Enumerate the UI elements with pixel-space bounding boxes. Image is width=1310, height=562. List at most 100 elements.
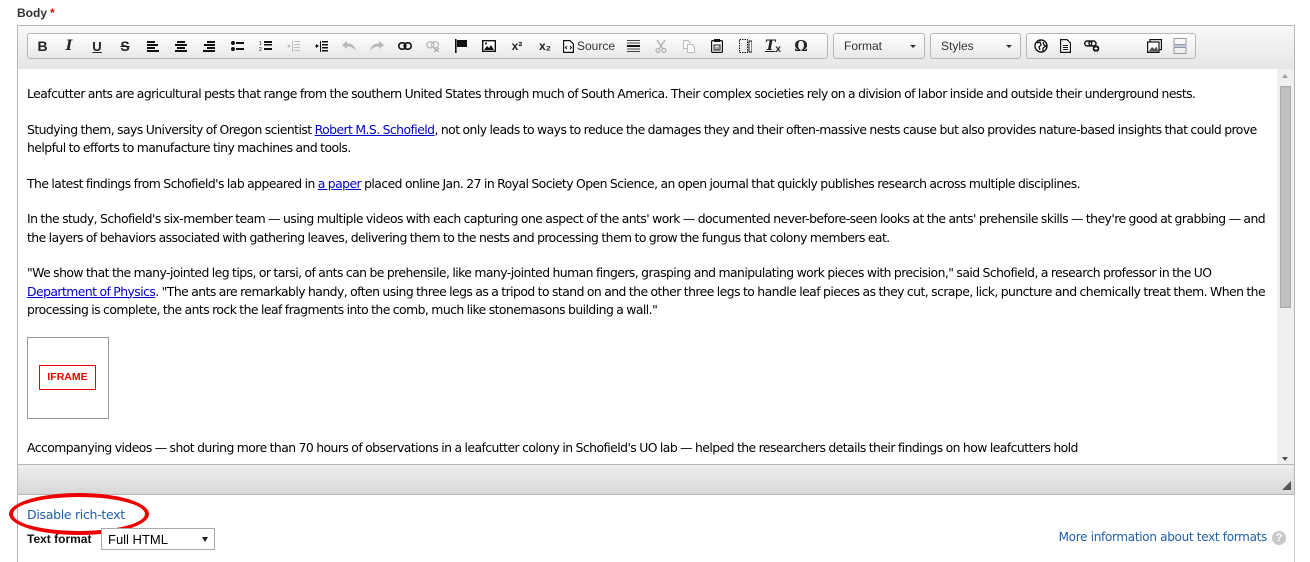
numbered-list-button[interactable]: 12 — [251, 34, 279, 58]
subscript-icon: x₂ — [538, 39, 551, 53]
superscript-icon: x² — [511, 39, 523, 53]
scissors-icon — [655, 39, 667, 53]
iframe-label: IFRAME — [39, 364, 96, 390]
redo-button[interactable] — [363, 34, 391, 58]
format-combo[interactable]: Format — [833, 33, 925, 59]
toolbar-extra-group — [1026, 33, 1196, 59]
underline-icon: U — [92, 38, 102, 54]
paragraph-text: In the study, Schofield's six-member tea… — [27, 211, 1266, 245]
scroll-down-arrow-icon[interactable] — [1282, 457, 1288, 461]
horizontal-rule-icon — [626, 39, 640, 52]
strikethrough-button[interactable]: S — [111, 34, 139, 58]
align-center-button[interactable] — [167, 34, 195, 58]
align-left-icon — [147, 40, 159, 52]
superscript-button[interactable]: x² — [503, 34, 531, 58]
globe-icon — [1034, 39, 1048, 53]
remove-format-button[interactable]: Tx — [759, 34, 787, 58]
text-format-value: Full HTML — [108, 531, 168, 547]
undo-icon — [342, 41, 356, 51]
paragraph-2: Studying them, says University of Oregon… — [27, 121, 1267, 158]
strikethrough-icon: S — [120, 38, 130, 54]
add-link-button[interactable] — [1077, 34, 1107, 58]
subscript-button[interactable]: x₂ — [531, 34, 559, 58]
paragraph-text: Studying them, says University of Oregon… — [27, 121, 315, 137]
image-button[interactable] — [475, 34, 503, 58]
page-break-icon — [1173, 38, 1187, 54]
document-button[interactable] — [1053, 34, 1077, 58]
image-icon — [482, 40, 496, 52]
page-break-button[interactable] — [1167, 34, 1193, 58]
text-format-select[interactable]: Full HTML — [101, 528, 215, 550]
paragraph-text: "We show that the many-jointed leg tips,… — [27, 265, 1212, 280]
iframe-placeholder[interactable]: IFRAME — [27, 336, 109, 419]
paragraph-1: Leafcutter ants are agricultural pests t… — [27, 85, 1267, 104]
align-right-button[interactable] — [195, 34, 223, 58]
dropdown-arrow-icon — [202, 537, 208, 542]
paragraph-4: In the study, Schofield's six-member tea… — [27, 210, 1267, 247]
unlink-button[interactable] — [419, 34, 447, 58]
format-combo-label: Format — [844, 39, 883, 53]
remove-format-icon: T — [765, 38, 776, 54]
paragraph-text: Leafcutter ants are agricultural pests t… — [27, 86, 1196, 101]
fieldset-right-border — [1294, 495, 1295, 562]
underline-button[interactable]: U — [83, 34, 111, 58]
numbered-list-icon: 12 — [259, 41, 272, 52]
styles-combo-label: Styles — [941, 39, 974, 53]
scrollbar-thumb[interactable] — [1280, 86, 1291, 308]
resize-grip-icon[interactable] — [1282, 481, 1291, 490]
paste-from-word-button[interactable]: W — [703, 34, 731, 58]
anchor-button[interactable] — [447, 34, 475, 58]
paper-link[interactable]: a paper — [318, 176, 362, 191]
paragraph-6: Accompanying videos — shot during more t… — [27, 439, 1267, 458]
more-info-text-formats-link[interactable]: More information about text formats — [1059, 530, 1268, 544]
redo-icon — [370, 41, 384, 51]
align-right-icon — [203, 40, 215, 52]
align-left-button[interactable] — [139, 34, 167, 58]
fieldset-left-border — [17, 495, 18, 562]
link-icon — [398, 42, 412, 50]
physics-department-link[interactable]: Department of Physics — [27, 284, 156, 299]
horizontal-rule-button[interactable] — [619, 34, 647, 58]
text-format-label: Text format — [27, 532, 92, 546]
required-marker: * — [50, 6, 55, 20]
source-file-icon — [562, 39, 574, 53]
outdent-button[interactable] — [279, 34, 307, 58]
paragraph-3: The latest findings from Schofield's lab… — [27, 175, 1267, 194]
help-icon[interactable]: ? — [1272, 531, 1286, 545]
align-center-icon — [175, 40, 187, 52]
undo-button[interactable] — [335, 34, 363, 58]
remove-format-x: x — [775, 43, 781, 55]
source-button[interactable]: Source — [559, 34, 619, 58]
svg-text:2: 2 — [259, 47, 262, 52]
cut-button[interactable] — [647, 34, 675, 58]
vertical-scrollbar[interactable] — [1277, 69, 1294, 465]
bulleted-list-icon — [230, 40, 244, 51]
special-character-button[interactable]: Ω — [787, 34, 815, 58]
scroll-up-arrow-icon[interactable] — [1282, 74, 1288, 78]
copy-icon — [683, 39, 695, 53]
body-label-text: Body — [17, 6, 47, 20]
styles-combo[interactable]: Styles — [930, 33, 1021, 59]
globe-button[interactable] — [1029, 34, 1053, 58]
paragraph-text: The latest findings from Schofield's lab… — [27, 175, 318, 191]
toolbar-main-group: B I U S 12 x² x₂ Source W T x Ω — [27, 33, 828, 59]
bold-button[interactable]: B — [30, 34, 55, 58]
show-blocks-icon — [738, 39, 752, 53]
document-icon — [1059, 39, 1071, 53]
body-field-label: Body * — [17, 6, 55, 20]
bold-icon: B — [37, 38, 48, 54]
schofield-link[interactable]: Robert M.S. Schofield — [315, 122, 435, 137]
indent-button[interactable] — [307, 34, 335, 58]
editor-content-area[interactable]: Leafcutter ants are agricultural pests t… — [18, 69, 1277, 465]
chevron-down-icon — [910, 45, 916, 48]
italic-button[interactable]: I — [55, 34, 83, 58]
image-gallery-button[interactable] — [1141, 34, 1167, 58]
source-label: Source — [576, 39, 616, 53]
show-blocks-button[interactable] — [731, 34, 759, 58]
link-button[interactable] — [391, 34, 419, 58]
copy-button[interactable] — [675, 34, 703, 58]
bulleted-list-button[interactable] — [223, 34, 251, 58]
indent-icon — [314, 40, 328, 52]
editor-status-bar — [18, 464, 1294, 494]
disable-rich-text-link[interactable]: Disable rich-text — [27, 507, 125, 522]
